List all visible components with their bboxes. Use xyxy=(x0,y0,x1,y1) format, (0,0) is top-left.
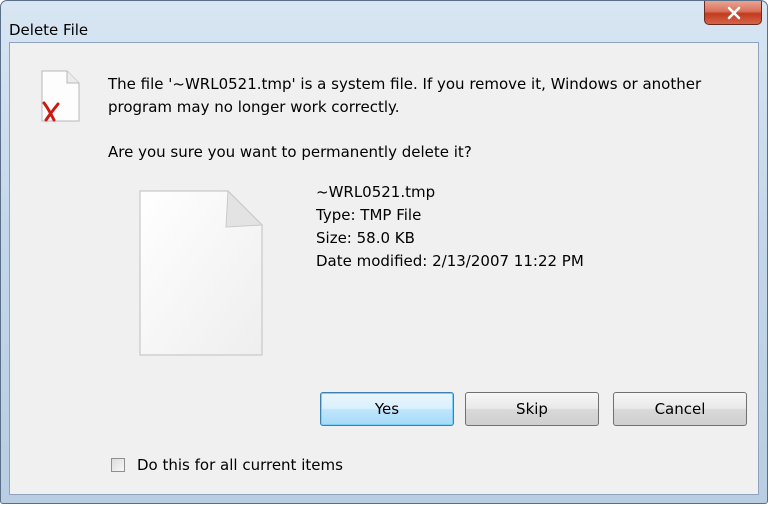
apply-to-all-checkbox[interactable] xyxy=(111,458,125,472)
confirmation-question: Are you sure you want to permanently del… xyxy=(108,143,472,161)
cancel-button[interactable]: Cancel xyxy=(613,392,747,426)
file-date-modified: Date modified: 2/13/2007 11:22 PM xyxy=(316,252,584,270)
close-icon xyxy=(727,6,741,20)
dialog-content: The file '~WRL0521.tmp' is a system file… xyxy=(9,42,759,495)
yes-button[interactable]: Yes xyxy=(320,392,454,426)
delete-file-dialog: Delete File The file '~WRL0521.tmp' is a… xyxy=(0,0,768,504)
system-file-warning-icon xyxy=(41,70,80,122)
close-button[interactable] xyxy=(704,1,762,25)
title-bar[interactable]: Delete File xyxy=(1,1,767,41)
warning-message: The file '~WRL0521.tmp' is a system file… xyxy=(108,75,702,116)
file-name: ~WRL0521.tmp xyxy=(316,183,436,201)
window-title: Delete File xyxy=(9,21,89,39)
file-size: Size: 58.0 KB xyxy=(316,229,415,247)
file-details: ~WRL0521.tmp Type: TMP File Size: 58.0 K… xyxy=(316,181,584,273)
apply-to-all-label[interactable]: Do this for all current items xyxy=(137,456,343,474)
file-type: Type: TMP File xyxy=(316,206,422,224)
file-icon xyxy=(139,189,264,356)
skip-button[interactable]: Skip xyxy=(465,392,599,426)
